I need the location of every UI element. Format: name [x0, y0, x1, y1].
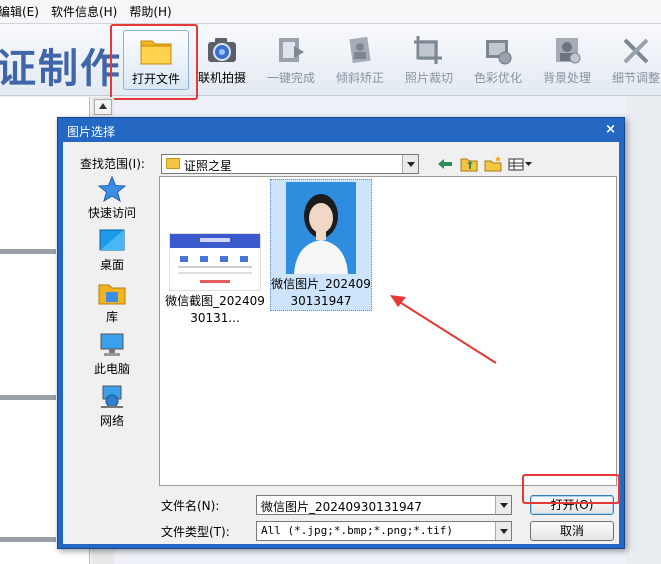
- detail-adjust-label: 细节调整: [611, 71, 660, 85]
- filename-input[interactable]: 微信图片_20240930131947: [256, 495, 512, 515]
- online-capture-button[interactable]: 联机拍摄: [189, 30, 255, 90]
- places-bar: 快速访问 桌面 库 此电脑 网络: [78, 175, 146, 484]
- computer-icon: [97, 332, 127, 358]
- one-click-button[interactable]: 一键完成: [258, 30, 324, 90]
- crop-icon: [412, 34, 446, 66]
- file-list: 微信截图_20240930131... 微信图片_20240930131947: [159, 176, 617, 486]
- right-panel: [626, 97, 661, 564]
- desktop-icon: [97, 228, 127, 254]
- panel-divider: [0, 249, 56, 254]
- place-label: 桌面: [99, 258, 124, 272]
- place-label: 快速访问: [87, 206, 136, 220]
- close-icon[interactable]: ×: [605, 122, 616, 137]
- filetype-value: All (*.jpg;*.bmp;*.png;*.tif): [261, 524, 454, 537]
- library-icon: [97, 280, 127, 306]
- file-item[interactable]: 微信截图_20240930131...: [164, 233, 266, 327]
- filename-label: 文件名(N):: [161, 499, 220, 513]
- filetype-label: 文件类型(T):: [161, 525, 230, 539]
- place-library[interactable]: 库: [78, 280, 146, 330]
- back-arrow-icon: [438, 159, 452, 169]
- tilt-correct-label: 倾斜矫正: [335, 71, 384, 85]
- online-capture-label: 联机拍摄: [197, 71, 246, 85]
- menu-help[interactable]: 帮助(H): [123, 1, 177, 23]
- menubar: 编辑(E) 软件信息(H) 帮助(H): [0, 0, 661, 24]
- file-name: 微信图片_20240930131947: [271, 277, 371, 308]
- view-menu-button[interactable]: [507, 155, 533, 173]
- tilt-icon: [343, 34, 377, 66]
- tools-icon: [619, 34, 653, 66]
- one-click-label: 一键完成: [266, 71, 315, 85]
- app-brand-title: 证制作: [0, 46, 122, 92]
- place-label: 库: [105, 310, 118, 324]
- highlight-box-open-file: [110, 24, 198, 100]
- toolbar: 证制作 打开文件 联机拍摄 一键完成 倾斜矫正 照片裁切 色彩优化 背景处理 细…: [0, 24, 661, 96]
- color-icon: [481, 34, 515, 66]
- tilt-correct-button[interactable]: 倾斜矫正: [327, 30, 393, 90]
- highlight-box-open-button: [522, 474, 620, 504]
- annotation-arrow: [390, 295, 497, 364]
- photo-crop-button[interactable]: 照片裁切: [396, 30, 462, 90]
- lookin-value: 证照之星: [184, 159, 233, 173]
- chevron-down-icon[interactable]: [495, 496, 511, 514]
- up-folder-button[interactable]: [459, 155, 479, 173]
- filetype-select[interactable]: All (*.jpg;*.bmp;*.png;*.tif): [256, 521, 512, 541]
- back-button[interactable]: [435, 155, 455, 173]
- file-item-selected[interactable]: 微信图片_20240930131947: [270, 179, 372, 311]
- background-process-label: 背景处理: [542, 71, 591, 85]
- place-quick-access[interactable]: 快速访问: [78, 175, 146, 226]
- place-this-pc[interactable]: 此电脑: [78, 332, 146, 382]
- scroll-up-button[interactable]: [94, 99, 112, 115]
- portrait-thumbnail: [286, 182, 356, 274]
- camera-icon: [205, 34, 239, 66]
- color-optimize-button[interactable]: 色彩优化: [465, 30, 531, 90]
- lookin-label: 查找范围(I):: [80, 157, 145, 171]
- dialog-titlebar[interactable]: 图片选择 ×: [58, 118, 624, 142]
- color-optimize-label: 色彩优化: [473, 71, 522, 85]
- detail-adjust-button[interactable]: 细节调整: [603, 30, 661, 90]
- filename-value: 微信图片_20240930131947: [261, 500, 422, 514]
- chevron-down-icon[interactable]: [402, 155, 418, 173]
- cancel-button[interactable]: 取消: [530, 521, 614, 541]
- file-name: 微信截图_20240930131...: [165, 294, 265, 325]
- place-desktop[interactable]: 桌面: [78, 228, 146, 278]
- menu-edit[interactable]: 编辑(E): [0, 1, 45, 23]
- folder-icon: [166, 158, 180, 169]
- network-icon: [97, 384, 127, 410]
- place-label: 网络: [99, 414, 124, 428]
- background-process-button[interactable]: 背景处理: [534, 30, 600, 90]
- new-folder-icon: [484, 156, 502, 172]
- menu-software-info[interactable]: 软件信息(H): [45, 1, 123, 23]
- dialog-title: 图片选择: [67, 125, 116, 139]
- place-network[interactable]: 网络: [78, 384, 146, 434]
- view-menu-icon: [508, 158, 532, 171]
- up-folder-icon: [460, 158, 478, 172]
- lookin-dropdown[interactable]: 证照之星: [161, 154, 419, 174]
- star-icon: [97, 175, 127, 203]
- screenshot-thumbnail: [169, 233, 261, 291]
- panel-divider: [0, 395, 56, 400]
- place-label: 此电脑: [93, 362, 130, 376]
- panel-divider: [0, 537, 56, 542]
- film-icon: [274, 34, 308, 66]
- new-folder-button[interactable]: [483, 155, 503, 173]
- background-icon: [550, 34, 584, 66]
- photo-crop-label: 照片裁切: [404, 71, 453, 85]
- chevron-down-icon[interactable]: [495, 522, 511, 540]
